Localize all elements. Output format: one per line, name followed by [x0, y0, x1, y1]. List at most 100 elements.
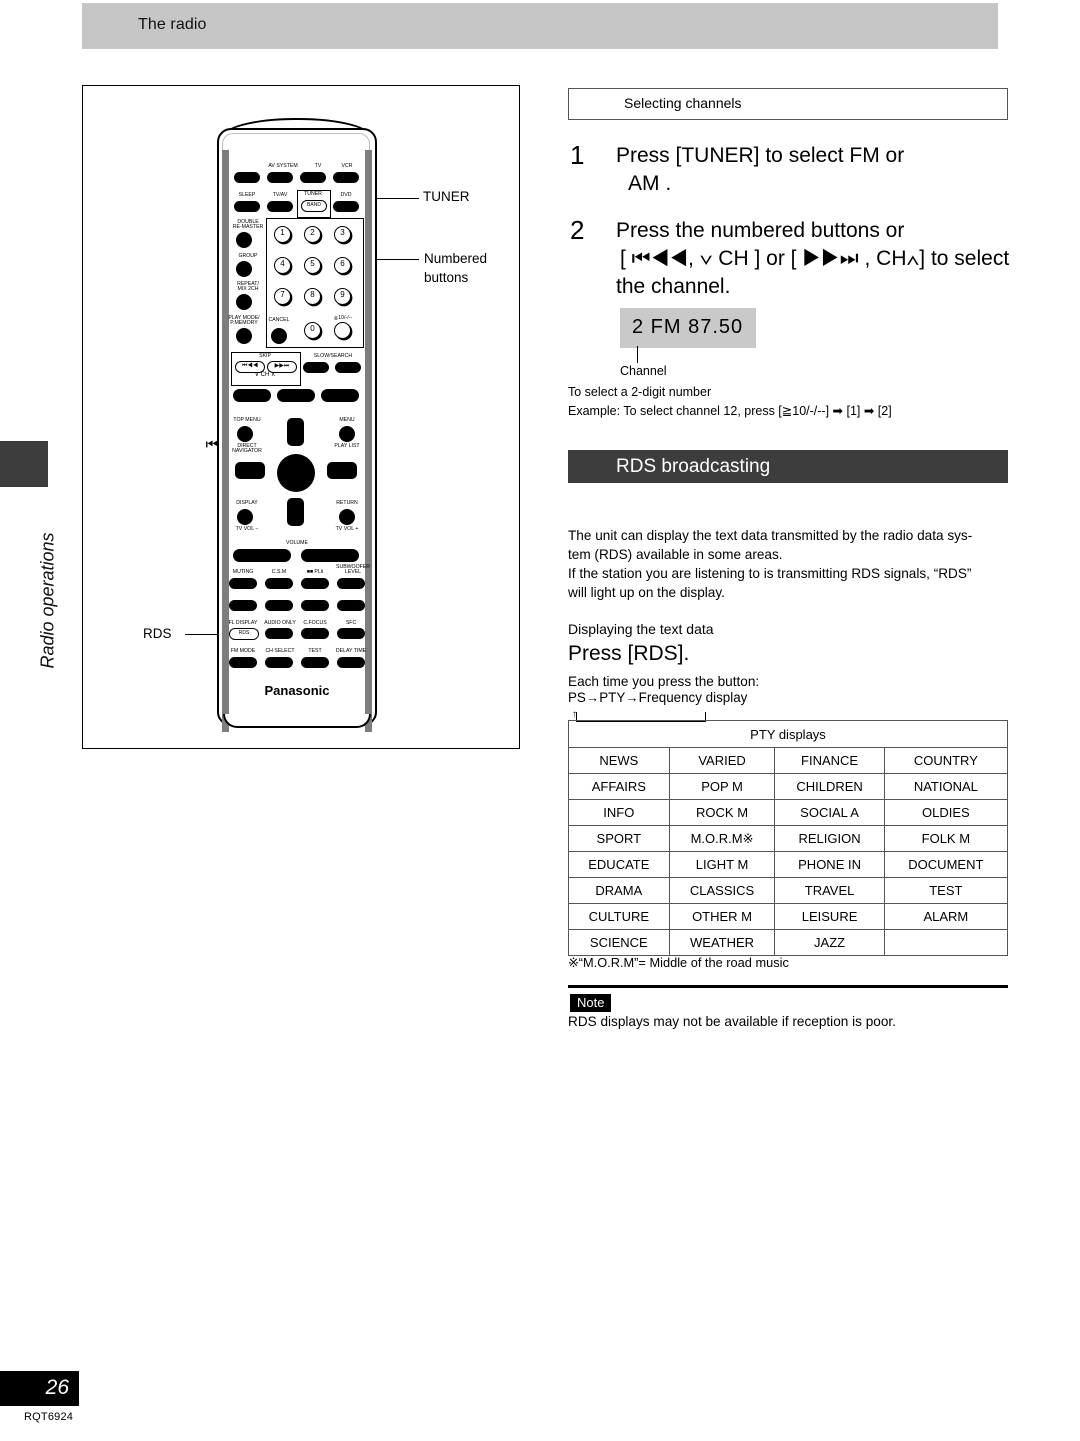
label-ch-select: CH SELECT [265, 648, 295, 654]
label-test: TEST [308, 648, 322, 654]
button-number-6[interactable]: 6 [334, 257, 351, 274]
label-tv-vol-plus: TV VOL + [335, 526, 359, 532]
button-sleep[interactable] [234, 201, 260, 212]
button-dpad-down[interactable] [287, 498, 304, 526]
button-number-5[interactable]: 5 [304, 257, 321, 274]
button-slow-right[interactable] [335, 362, 361, 373]
rds-cycle-loop: ↑ [568, 700, 768, 722]
rds-para-line2: tem (RDS) available in some areas. [568, 547, 783, 562]
pty-cell: POP M [668, 773, 776, 800]
button-forward[interactable] [321, 389, 359, 402]
pty-cell: CLASSICS [668, 877, 776, 904]
button-menu[interactable] [339, 426, 355, 442]
step-2-number: 2 [570, 215, 585, 245]
button-vcr[interactable] [333, 172, 359, 183]
button-repeat-mix2ch[interactable] [236, 294, 252, 310]
button-number-3[interactable]: 3 [334, 226, 351, 243]
button-volume-up[interactable] [301, 549, 359, 562]
button-number-2[interactable]: 2 [304, 226, 321, 243]
button-delay-time[interactable] [337, 657, 365, 668]
page-number: 26 [45, 1376, 69, 1399]
button-csm[interactable] [265, 578, 293, 589]
button-group[interactable] [236, 261, 252, 277]
button-test[interactable] [301, 657, 329, 668]
button-row-extra-4[interactable] [337, 600, 365, 611]
button-slow-left[interactable] [303, 362, 329, 373]
button-dvd[interactable] [333, 201, 359, 212]
button-av-system[interactable] [267, 172, 293, 183]
step-2-line3: the channel. [616, 275, 731, 298]
button-tv[interactable] [300, 172, 326, 183]
pty-cell: ROCK M [668, 799, 776, 826]
button-number-9[interactable]: 9 [334, 288, 351, 305]
button-top-menu[interactable] [237, 426, 253, 442]
pty-cell: SCIENCE [568, 929, 670, 956]
pty-cell: WEATHER [668, 929, 776, 956]
button-tv-av[interactable] [267, 201, 293, 212]
rds-para-line1: The unit can display the text data trans… [568, 528, 973, 543]
button-row-extra-2[interactable] [265, 600, 293, 611]
label-plii: ■■ PLⅡ [306, 569, 324, 575]
button-enter[interactable] [277, 454, 315, 492]
button-plii[interactable] [301, 578, 329, 589]
button-rds[interactable]: RDS [229, 628, 259, 640]
button-double-re-master[interactable] [236, 232, 252, 248]
button-power[interactable] [234, 172, 260, 183]
pty-cell: COUNTRY [883, 747, 1009, 774]
button-over-ten[interactable] [334, 322, 351, 339]
button-sfc[interactable] [337, 628, 365, 639]
table-row: INFO ROCK M SOCIAL A OLDIES [568, 799, 1009, 826]
doc-code: RQT6924 [24, 1411, 74, 1423]
button-play[interactable] [277, 389, 315, 402]
pty-cell: CHILDREN [774, 773, 885, 800]
button-volume-down[interactable] [233, 549, 291, 562]
button-dpad-right[interactable] [327, 462, 357, 479]
pty-table-header: PTY displays [568, 720, 1008, 748]
button-ch-select[interactable] [265, 657, 293, 668]
button-return[interactable] [339, 509, 355, 525]
pty-cell: NATIONAL [883, 773, 1009, 800]
button-number-4[interactable]: 4 [274, 257, 291, 274]
pty-cell: VARIED [668, 747, 776, 774]
button-row-extra-3[interactable] [301, 600, 329, 611]
pty-cell: FOLK M [883, 825, 1009, 852]
each-time-text: Each time you press the button: [568, 674, 760, 689]
label-re-master: RE-MASTER [232, 224, 264, 230]
remote-illustration: SKIP ⏮◀◀ , ▶▶⏭ ∨ CH ∧ RDS TUNER Numbered… [82, 85, 520, 749]
table-row: DRAMA CLASSICS TRAVEL TEST [568, 877, 1009, 904]
pty-cell: AFFAIRS [568, 773, 670, 800]
label-c-focus: C.FOCUS [303, 620, 327, 626]
label-return: RETURN [336, 500, 358, 506]
button-row-extra-1[interactable] [229, 600, 257, 611]
note-text: RDS displays may not be available if rec… [568, 1014, 896, 1029]
button-number-1[interactable]: 1 [274, 226, 291, 243]
pty-cell: RELIGION [774, 825, 885, 852]
channel-pointer-line [637, 346, 638, 363]
label-av-system: AV SYSTEM [268, 163, 298, 169]
table-row: EDUCATE LIGHT M PHONE IN DOCUMENT [568, 851, 1009, 878]
button-subwoofer-level[interactable] [337, 578, 365, 589]
pty-cell: SPORT [568, 825, 670, 852]
button-number-8[interactable]: 8 [304, 288, 321, 305]
press-rds-heading: Press [RDS]. [568, 642, 690, 665]
button-rewind[interactable] [233, 389, 271, 402]
button-muting[interactable] [229, 578, 257, 589]
button-play-mode-pmemory[interactable] [236, 328, 252, 344]
button-number-0[interactable]: 0 [304, 322, 321, 339]
button-audio-only[interactable] [265, 628, 293, 639]
rds-para-line4: will light up on the display. [568, 585, 725, 600]
button-number-7[interactable]: 7 [274, 288, 291, 305]
button-fm-mode[interactable] [229, 657, 257, 668]
button-dpad-left[interactable] [235, 462, 265, 479]
pty-cell: OTHER M [668, 903, 776, 930]
pty-cell: PHONE IN [774, 851, 885, 878]
pty-cell: LEISURE [774, 903, 885, 930]
button-display[interactable] [237, 509, 253, 525]
button-c-focus[interactable] [301, 628, 329, 639]
button-tuner-band[interactable]: BAND [301, 200, 327, 212]
display-readout-value: 2 FM 87.50 [632, 316, 744, 338]
button-dpad-up[interactable] [287, 418, 304, 446]
rds-section-bar: RDS broadcasting [568, 450, 1008, 483]
pty-cell: JAZZ [774, 929, 885, 956]
page-header-title: The radio [138, 16, 207, 33]
